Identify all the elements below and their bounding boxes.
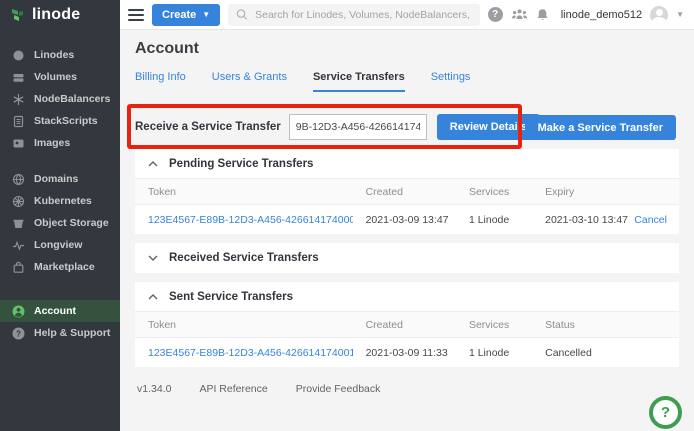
receive-transfer-row: Receive a Service Transfer Review Detail… bbox=[135, 114, 679, 140]
sidebar-group-services: Domains Kubernetes Object Storage Longvi… bbox=[0, 168, 120, 278]
tab-bar: Billing Info Users & Grants Service Tran… bbox=[135, 71, 679, 92]
linode-logo[interactable]: linode bbox=[0, 0, 120, 30]
volume-icon bbox=[12, 71, 25, 84]
search-icon bbox=[236, 8, 248, 21]
sent-status: Cancelled bbox=[532, 347, 679, 359]
pulse-icon bbox=[12, 239, 25, 252]
transfer-token-input[interactable] bbox=[289, 114, 427, 140]
search-input[interactable] bbox=[255, 9, 472, 21]
sidebar-item-images[interactable]: Images bbox=[0, 132, 120, 154]
community-icon[interactable] bbox=[511, 8, 528, 21]
linode-logo-text: linode bbox=[32, 6, 80, 24]
footer-version-link[interactable]: v1.34.0 bbox=[137, 383, 171, 395]
sidebar-item-help-support[interactable]: ? Help & Support bbox=[0, 322, 120, 344]
main-content: Account Billing Info Users & Grants Serv… bbox=[120, 30, 694, 431]
avatar[interactable] bbox=[650, 6, 668, 24]
sidebar-nav: Linodes Volumes NodeBalancers StackScrip… bbox=[0, 44, 120, 344]
image-icon bbox=[12, 137, 25, 150]
linode-icon bbox=[12, 49, 25, 62]
tab-users-grants[interactable]: Users & Grants bbox=[212, 71, 287, 92]
shopping-bag-icon bbox=[12, 261, 25, 274]
tab-settings[interactable]: Settings bbox=[431, 71, 471, 92]
chevron-down-icon: ▼ bbox=[202, 10, 210, 19]
chevron-up-icon bbox=[148, 161, 158, 167]
sidebar-item-kubernetes[interactable]: Kubernetes bbox=[0, 190, 120, 212]
sidebar-group-compute: Linodes Volumes NodeBalancers StackScrip… bbox=[0, 44, 120, 154]
account-person-icon bbox=[12, 305, 25, 318]
received-transfers-section: Received Service Transfers bbox=[135, 243, 679, 273]
sent-created: 2021-03-09 11:33 bbox=[353, 347, 456, 359]
cancel-link[interactable]: Cancel bbox=[630, 214, 679, 226]
sidebar-item-account[interactable]: Account bbox=[0, 300, 120, 322]
sidebar: linode Linodes Volumes NodeBalancer bbox=[0, 0, 120, 431]
user-menu-chevron-icon[interactable]: ▼ bbox=[676, 10, 684, 19]
sent-section-header[interactable]: Sent Service Transfers bbox=[135, 282, 679, 312]
globe-icon bbox=[12, 173, 25, 186]
page-title: Account bbox=[135, 40, 679, 58]
linode-logo-icon bbox=[10, 7, 26, 23]
sent-services: 1 Linode bbox=[456, 347, 532, 359]
sidebar-item-stackscripts[interactable]: StackScripts bbox=[0, 110, 120, 132]
footer-provide-feedback-link[interactable]: Provide Feedback bbox=[296, 383, 381, 395]
help-chat-button[interactable]: ? bbox=[649, 396, 682, 429]
username-label[interactable]: linode_demo512 bbox=[561, 9, 642, 21]
sidebar-item-linodes[interactable]: Linodes bbox=[0, 44, 120, 66]
receive-transfer-label: Receive a Service Transfer bbox=[135, 121, 281, 133]
sidebar-group-account: Account ? Help & Support bbox=[0, 300, 120, 344]
help-circle-icon: ? bbox=[12, 327, 25, 340]
nodebalancer-icon bbox=[12, 93, 25, 106]
app-window: linode Linodes Volumes NodeBalancer bbox=[0, 0, 694, 431]
sent-token-link[interactable]: 123E4567-E89B-12D3-A456-426614174001 bbox=[148, 347, 353, 359]
create-button[interactable]: Create ▼ bbox=[152, 4, 220, 26]
help-icon[interactable]: ? bbox=[488, 7, 503, 22]
svg-text:?: ? bbox=[16, 329, 21, 338]
pending-token-link[interactable]: 123E4567-E89B-12D3-A456-426614174000 bbox=[148, 214, 353, 226]
sidebar-item-object-storage[interactable]: Object Storage bbox=[0, 212, 120, 234]
bucket-icon bbox=[12, 217, 25, 230]
pending-section-header[interactable]: Pending Service Transfers bbox=[135, 149, 679, 179]
sidebar-item-marketplace[interactable]: Marketplace bbox=[0, 256, 120, 278]
pending-table-header: Token Created Services Expiry bbox=[135, 179, 679, 205]
sent-table-row: 123E4567-E89B-12D3-A456-426614174001 202… bbox=[135, 338, 679, 367]
sidebar-item-longview[interactable]: Longview bbox=[0, 234, 120, 256]
top-bar: Create ▼ ? linode_demo512 ▼ bbox=[120, 0, 694, 30]
search-bar[interactable] bbox=[228, 4, 480, 26]
sent-transfers-section: Sent Service Transfers Token Created Ser… bbox=[135, 282, 679, 367]
tab-service-transfers[interactable]: Service Transfers bbox=[313, 71, 405, 92]
stackscript-icon bbox=[12, 115, 25, 128]
make-service-transfer-button[interactable]: Make a Service Transfer bbox=[525, 115, 676, 140]
pending-table-row: 123E4567-E89B-12D3-A456-426614174000 202… bbox=[135, 205, 679, 234]
footer-api-reference-link[interactable]: API Reference bbox=[199, 383, 267, 395]
sidebar-item-nodebalancers[interactable]: NodeBalancers bbox=[0, 88, 120, 110]
sidebar-item-volumes[interactable]: Volumes bbox=[0, 66, 120, 88]
pending-transfers-section: Pending Service Transfers Token Created … bbox=[135, 149, 679, 234]
chevron-down-icon bbox=[148, 255, 158, 261]
tab-billing-info[interactable]: Billing Info bbox=[135, 71, 186, 92]
chevron-up-icon bbox=[148, 294, 158, 300]
notifications-bell-icon[interactable] bbox=[536, 8, 549, 22]
footer: v1.34.0 API Reference Provide Feedback bbox=[135, 383, 679, 395]
sidebar-item-domains[interactable]: Domains bbox=[0, 168, 120, 190]
kubernetes-icon bbox=[12, 195, 25, 208]
received-section-header[interactable]: Received Service Transfers bbox=[135, 243, 679, 273]
menu-icon[interactable] bbox=[128, 9, 144, 21]
pending-services: 1 Linode bbox=[456, 214, 532, 226]
pending-created: 2021-03-09 13:47 bbox=[353, 214, 456, 226]
pending-expiry: 2021-03-10 13:47 bbox=[532, 214, 630, 226]
sent-table-header: Token Created Services Status bbox=[135, 312, 679, 338]
